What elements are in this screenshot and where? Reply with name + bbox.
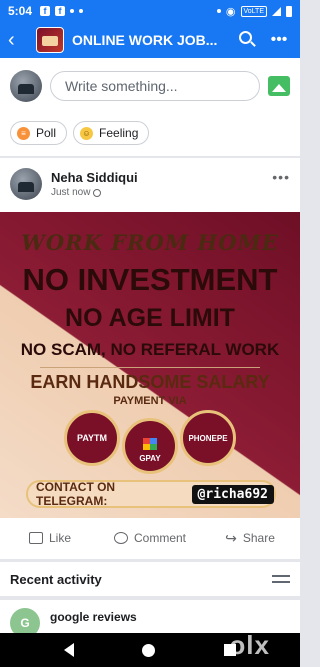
share-button[interactable]: ↪ Share <box>200 530 300 547</box>
poll-icon: ≡ <box>17 126 30 140</box>
app-header: ‹ ONLINE WORK JOB... ••• <box>0 22 300 58</box>
composer-row: Write something... <box>10 68 290 104</box>
globe-icon <box>93 188 102 197</box>
post-more-icon[interactable]: ••• <box>272 169 290 185</box>
comment-icon <box>113 532 128 544</box>
item-name: google reviews <box>50 610 137 624</box>
group-thumbnail[interactable] <box>36 27 64 53</box>
comment-label: Comment <box>133 531 186 545</box>
more-icon[interactable]: ••• <box>266 31 292 49</box>
banner-line-payment-via: PAYMENT VIA <box>113 395 187 407</box>
status-system-icons: ◉ VoLTE <box>216 5 292 18</box>
status-time: 5:04 <box>8 4 33 18</box>
banner-line-no-investment: NO INVESTMENT <box>22 262 278 297</box>
notification-dot-icon <box>70 9 75 13</box>
post-composer: Write something... ≡ Poll ☺ Feeling <box>0 58 300 156</box>
banner-line-earn-salary: EARN HANDSOME SALARY <box>30 372 270 392</box>
comment-button[interactable]: Comment <box>100 531 200 545</box>
author-avatar[interactable] <box>10 168 42 200</box>
facebook-notification-icon-2: f <box>55 6 66 16</box>
gpay-badge: GPAY <box>122 418 178 474</box>
group-title[interactable]: ONLINE WORK JOB... <box>72 32 224 48</box>
notification-dot-icon-2 <box>79 9 84 13</box>
gpay-logo-icon <box>143 438 157 450</box>
post-actions: Like Comment ↪ Share <box>0 522 300 554</box>
olx-watermark: olx <box>229 630 270 660</box>
recent-activity-item[interactable]: G google reviews <box>0 600 300 638</box>
wifi-icon: ◉ <box>225 5 236 18</box>
contact-label: CONTACT ON TELEGRAM: <box>36 480 116 508</box>
recent-activity-header: Recent activity <box>0 562 300 596</box>
post-time: Just now <box>51 187 91 198</box>
like-button[interactable]: Like <box>0 531 100 545</box>
like-icon <box>28 532 43 544</box>
arrow-left-icon[interactable]: ‹ <box>8 30 30 50</box>
feeling-icon: ☺ <box>80 126 94 140</box>
phonepe-label: PHONEPE <box>188 433 228 443</box>
gpay-label: GPAY <box>139 454 161 463</box>
location-icon <box>216 9 221 13</box>
nav-back-icon[interactable] <box>64 643 75 657</box>
post-header: Neha Siddiqui Just now ••• <box>10 166 290 202</box>
feeling-button[interactable]: ☺ Feeling <box>73 121 150 145</box>
recent-activity-title: Recent activity <box>10 571 102 587</box>
status-bar: 5:04 f f ◉ VoLTE <box>0 0 300 22</box>
photo-icon[interactable] <box>268 76 290 96</box>
filter-icon[interactable] <box>272 573 290 585</box>
telegram-contact-bar: CONTACT ON TELEGRAM: @richa692 <box>26 480 276 508</box>
search-icon[interactable] <box>232 31 258 49</box>
avatar[interactable] <box>10 70 42 102</box>
feed-post: Neha Siddiqui Just now ••• WORK FROM HOM… <box>0 158 300 559</box>
signal-icon <box>272 6 281 16</box>
feeling-label: Feeling <box>99 126 139 140</box>
banner-line-work-from-home: WORK FROM HOME <box>21 230 279 255</box>
post-image[interactable]: WORK FROM HOME NO INVESTMENT NO AGE LIMI… <box>0 212 300 518</box>
write-something-input[interactable]: Write something... <box>50 71 260 101</box>
post-author[interactable]: Neha Siddiqui <box>51 170 138 185</box>
phonepe-badge: PHONEPE <box>180 410 236 466</box>
volte-badge: VoLTE <box>240 5 267 17</box>
paytm-badge: PAYTM <box>64 410 120 466</box>
telegram-handle: @richa692 <box>191 484 274 504</box>
poll-button[interactable]: ≡ Poll <box>10 121 68 145</box>
post-time-row: Just now <box>51 187 138 198</box>
battery-icon <box>286 5 292 17</box>
poll-label: Poll <box>36 126 57 140</box>
composer-chips: ≡ Poll ☺ Feeling <box>10 121 150 145</box>
system-nav-bar: olx <box>0 630 300 667</box>
banner-divider <box>40 367 260 368</box>
facebook-notification-icon: f <box>40 6 51 16</box>
paytm-label: PAYTM <box>76 433 107 443</box>
post-meta: Neha Siddiqui Just now <box>51 170 138 198</box>
like-label: Like <box>48 531 71 545</box>
share-label: Share <box>242 531 275 545</box>
nav-home-icon[interactable] <box>142 643 156 657</box>
status-notification-icons: f f <box>40 6 84 16</box>
banner-line-no-age-limit: NO AGE LIMIT <box>65 304 235 332</box>
banner-line-no-scam: NO SCAM, NO REFERAL WORK <box>20 340 280 359</box>
share-icon: ↪ <box>225 529 237 546</box>
